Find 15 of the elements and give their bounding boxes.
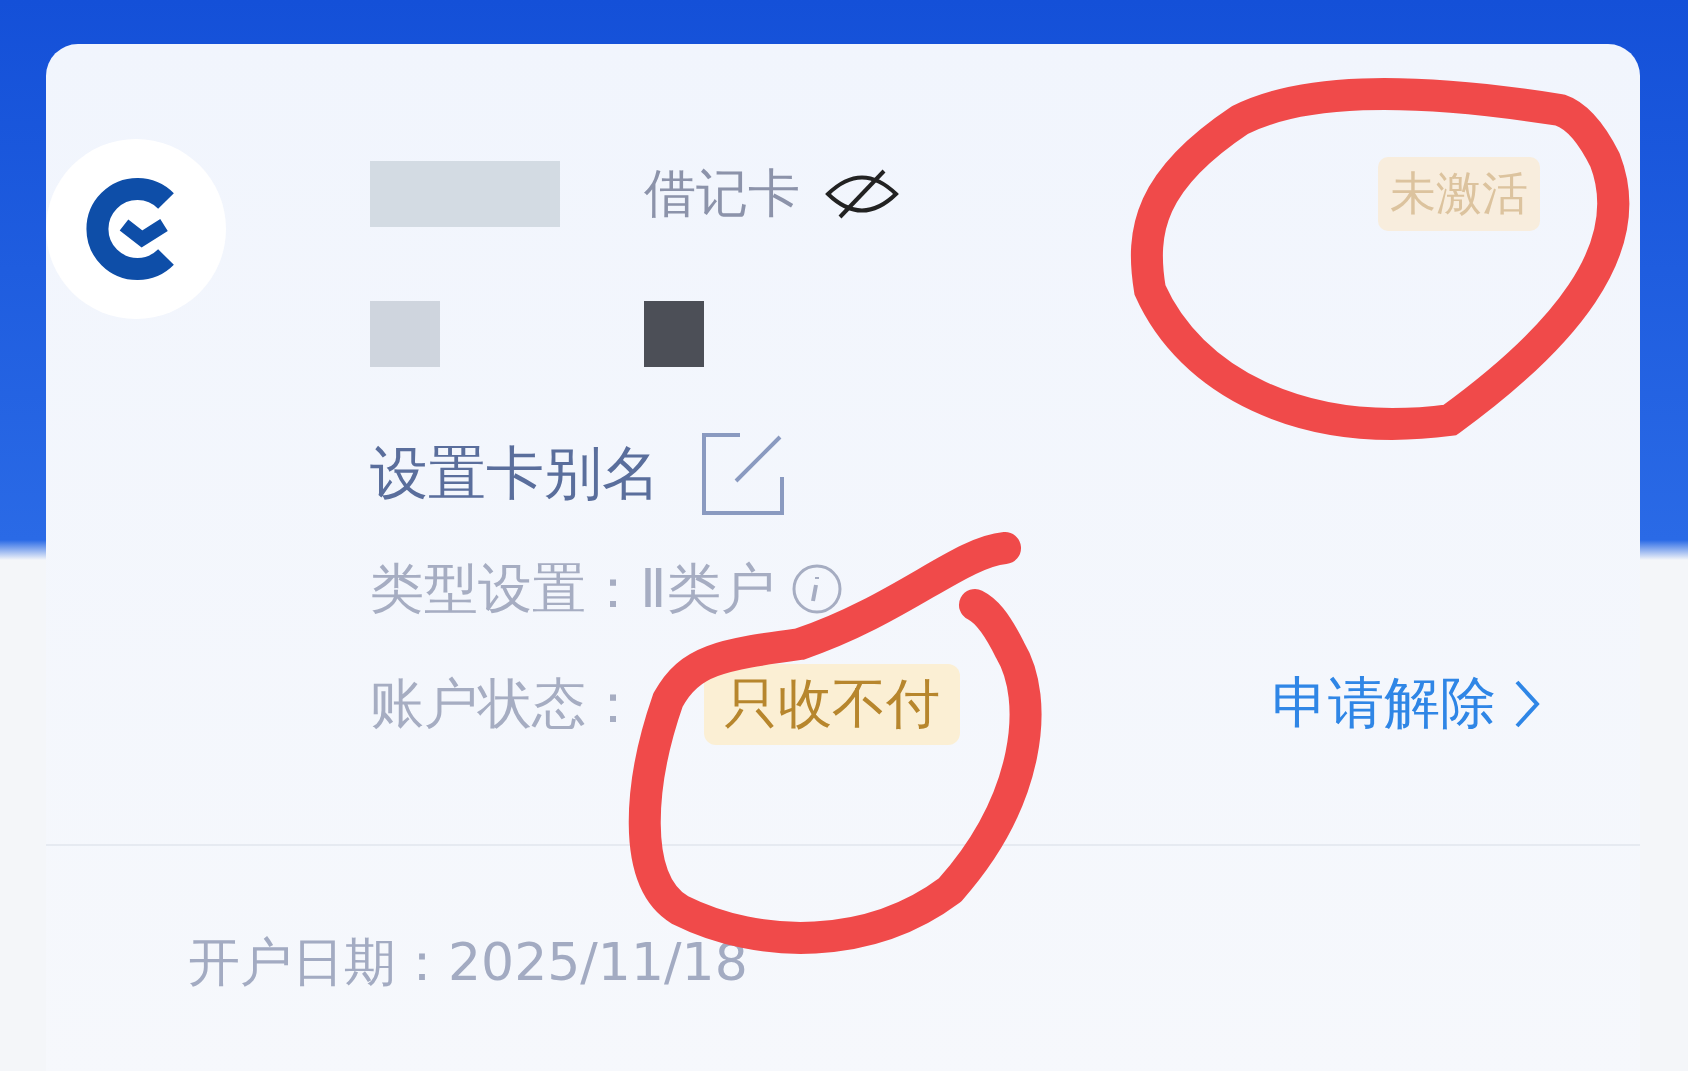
edit-icon (700, 431, 786, 517)
redacted-block (370, 301, 440, 367)
redacted-block (644, 301, 704, 367)
set-alias-link[interactable]: 设置卡别名 (370, 431, 786, 517)
eye-hidden-icon[interactable] (824, 167, 900, 221)
account-status-label: 账户状态： (370, 670, 640, 737)
account-type-value: Ⅱ类户 (640, 555, 775, 622)
status-badge: 未激活 (1378, 157, 1540, 231)
chevron-right-icon (1514, 679, 1540, 729)
account-type-label: 类型设置： (370, 555, 640, 622)
request-release-link[interactable]: 申请解除 (1272, 666, 1540, 742)
open-date-text: 开户日期：2025/11/18 (188, 931, 749, 994)
bank-logo-icon (46, 139, 226, 319)
card-type-label: 借记卡 (644, 162, 800, 225)
account-status-badge: 只收不付 (704, 663, 960, 745)
